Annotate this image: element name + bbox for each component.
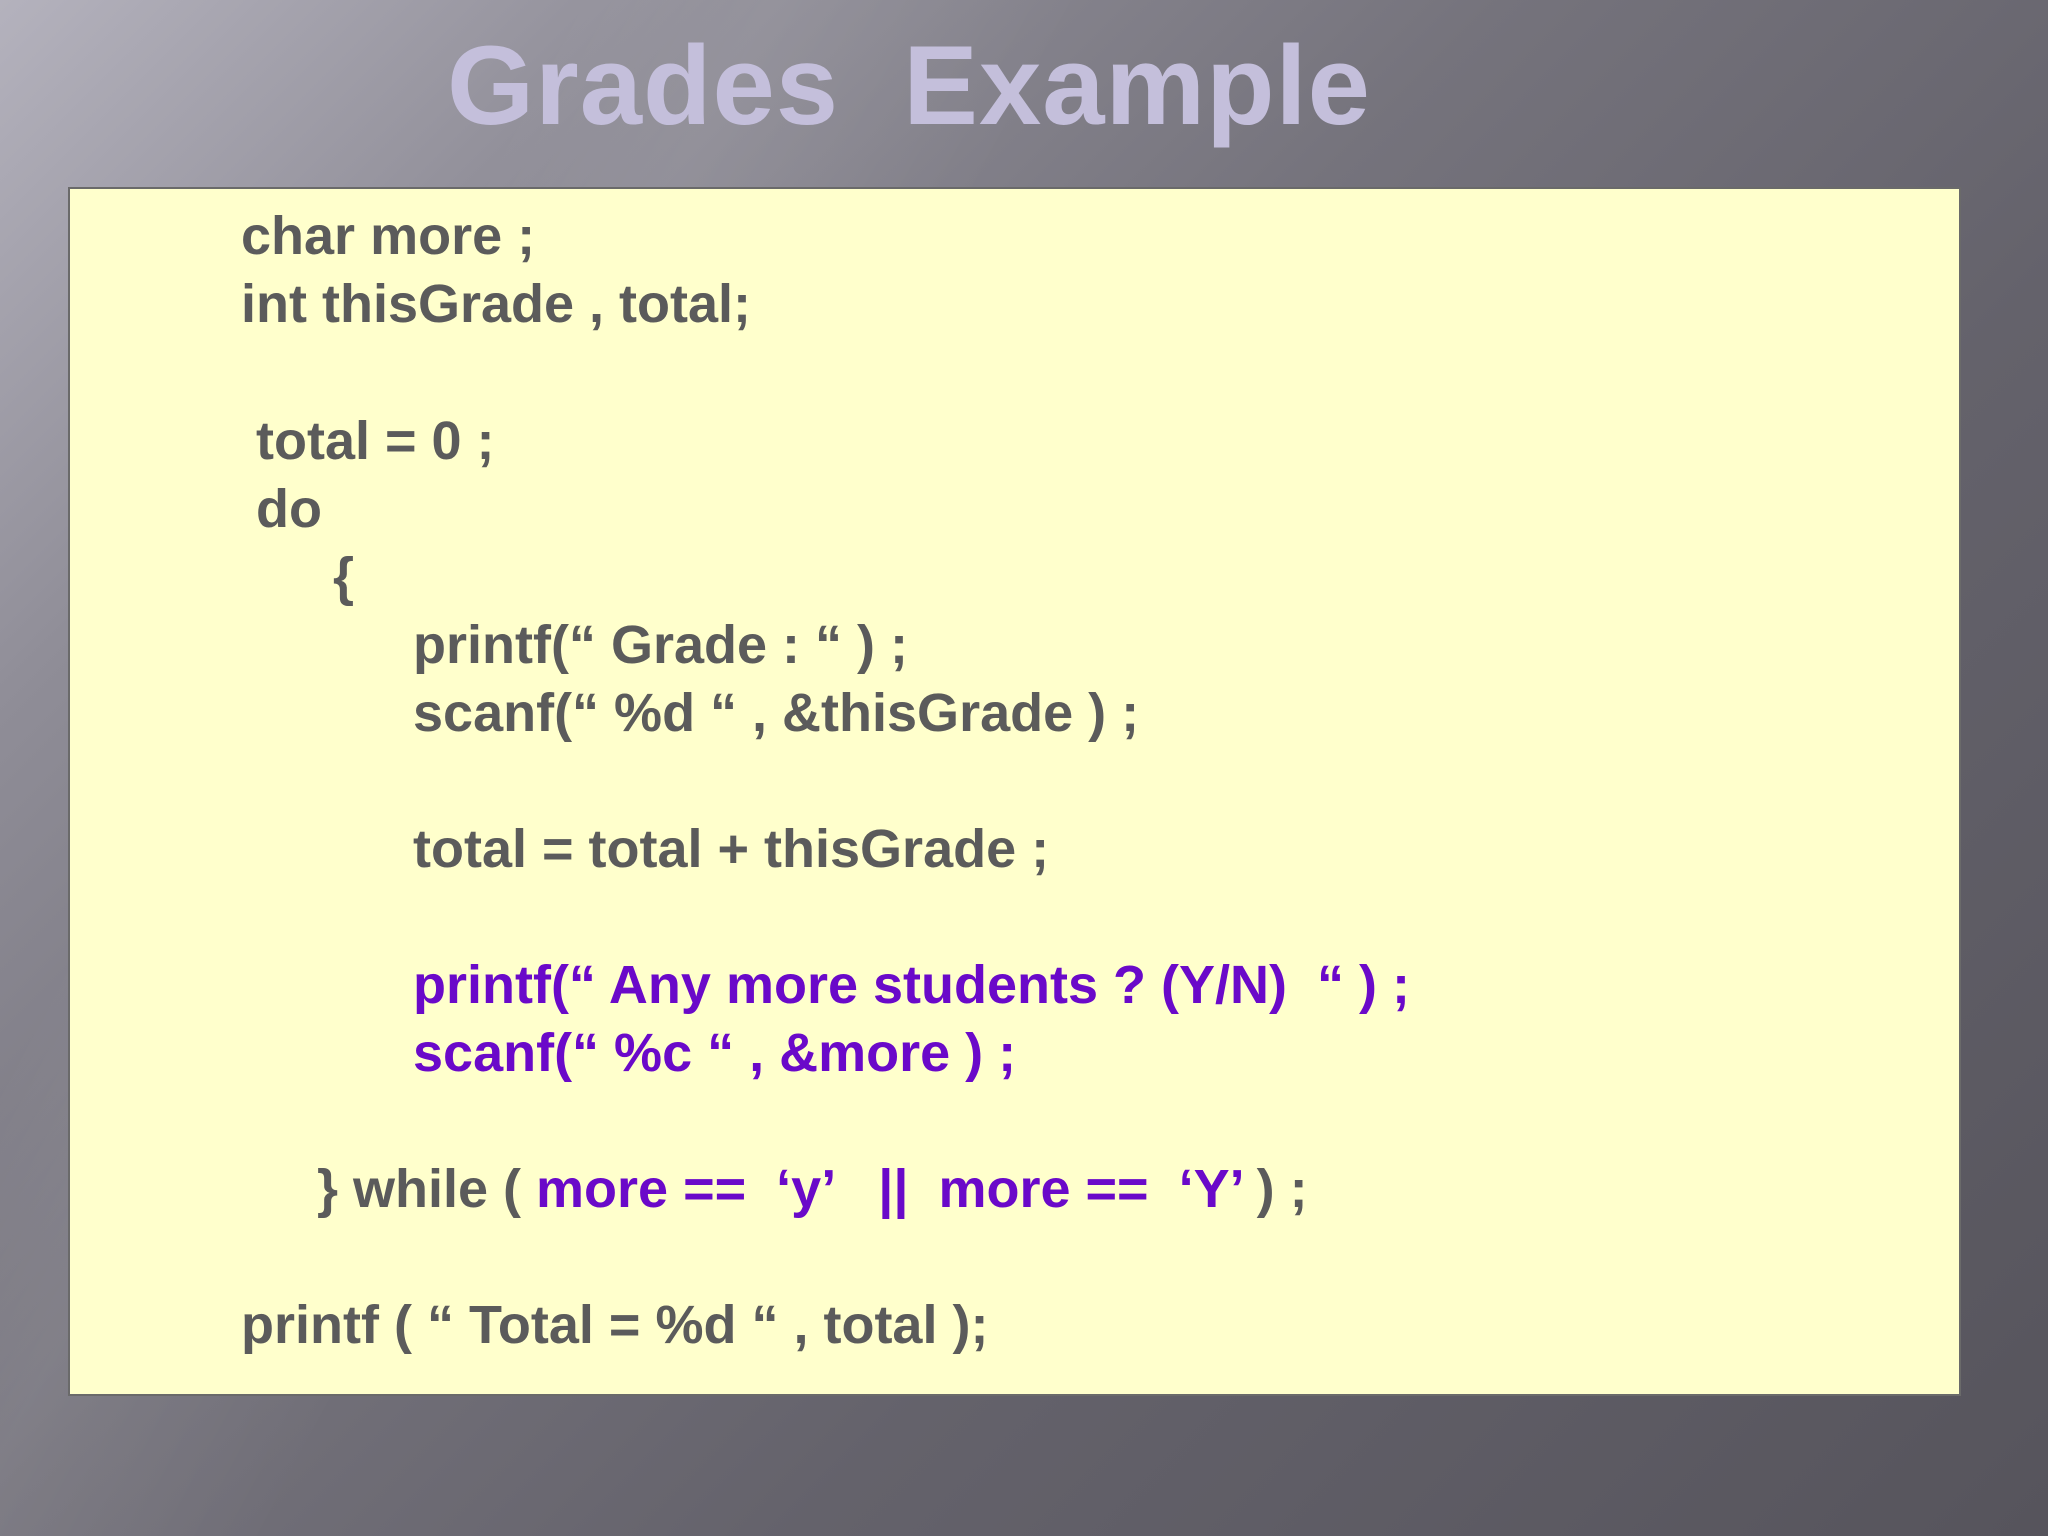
code-line-printf-total: printf ( “ Total = %d “ , total ); bbox=[241, 1295, 989, 1355]
code-line-printf-grade: printf(“ Grade : “ ) ; bbox=[413, 615, 908, 675]
code-line-scanf-more: scanf(“ %c “ , &more ) ; bbox=[413, 1023, 1017, 1083]
code-line-open-brace: { bbox=[333, 547, 355, 607]
code-line-int-declaration: int thisGrade , total; bbox=[241, 274, 752, 334]
while-end: ) ; bbox=[1241, 1159, 1308, 1219]
code-line-total-sum: total = total + thisGrade ; bbox=[413, 819, 1050, 879]
code-line-char-more: char more ; bbox=[241, 206, 536, 266]
while-condition: more == ‘y’ || more == ‘Y’ bbox=[536, 1159, 1242, 1219]
code-line-printf-more: printf(“ Any more students ? (Y/N) “ ) ; bbox=[413, 955, 1410, 1015]
while-keyword: } while ( bbox=[317, 1159, 537, 1219]
code-line-total-init: total = 0 ; bbox=[256, 411, 495, 471]
code-line-scanf-grade: scanf(“ %d “ , &thisGrade ) ; bbox=[413, 683, 1140, 743]
slide-title: Grades Example bbox=[447, 23, 1371, 148]
code-line-while: } while ( more == ‘y’ || more == ‘Y’ ) ; bbox=[317, 1155, 1308, 1223]
code-line-do: do bbox=[256, 479, 322, 539]
